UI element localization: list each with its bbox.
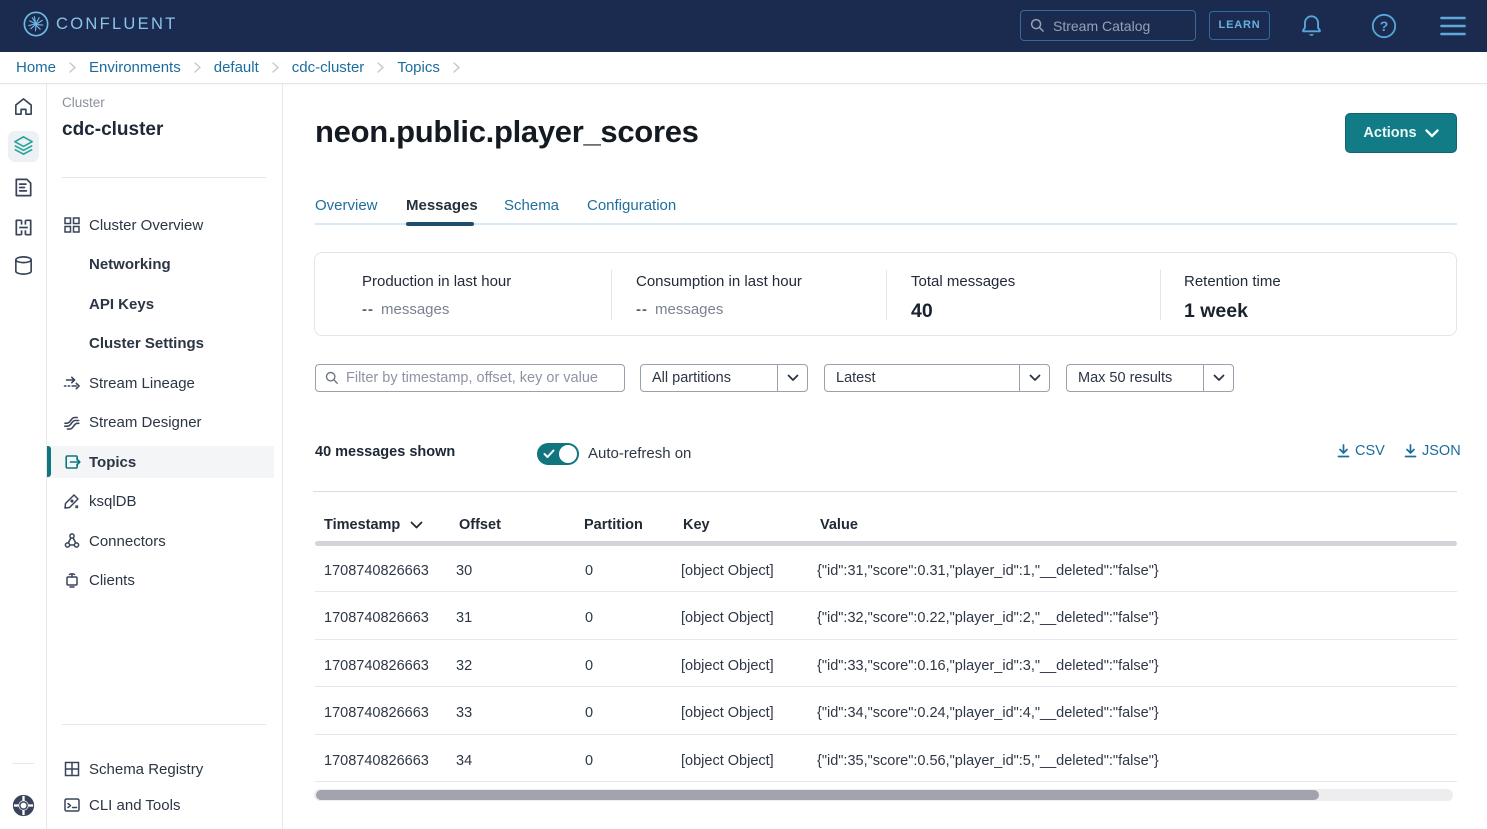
- svg-text:?: ?: [1380, 18, 1389, 34]
